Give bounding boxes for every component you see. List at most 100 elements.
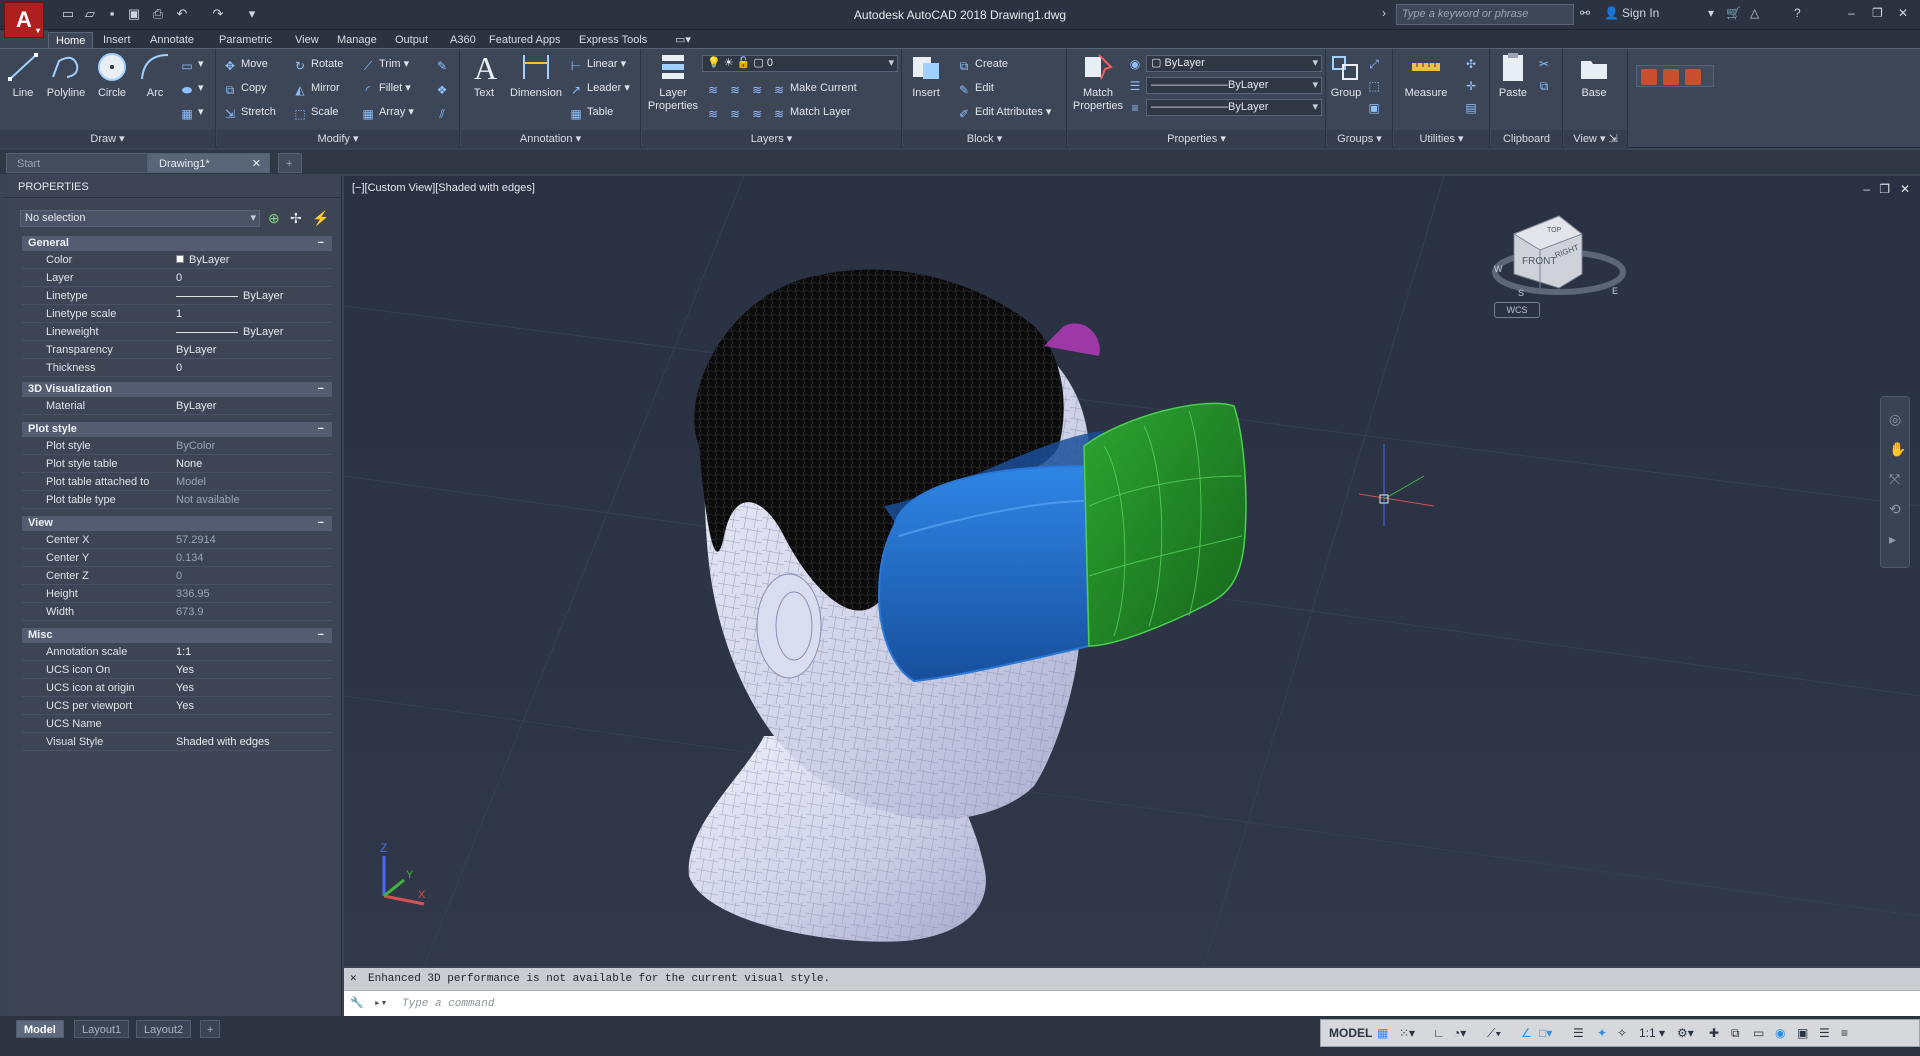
modify-panel-title[interactable]: Modify ▾ [217,130,459,148]
annotation-monitor-icon[interactable]: ✚ [1709,1024,1719,1042]
calculator-icon[interactable]: ▤ [1464,97,1482,115]
layer-dropdown[interactable]: 💡 ☀ 🔓 ▢ 0 [702,55,898,72]
customization-icon[interactable]: ≡ [1841,1024,1848,1042]
erase-icon[interactable]: ✎ [435,55,453,73]
expand-search-icon[interactable]: › [1382,6,1386,20]
tab-view[interactable]: View [288,32,326,48]
edit-block-button[interactable]: ✎ Edit [957,79,994,97]
table-button[interactable]: ▦ Table [569,103,613,121]
explode-icon[interactable]: ❖ [435,79,453,97]
selection-dropdown[interactable]: No selection [20,210,260,227]
sign-in-link[interactable]: Sign In [1622,6,1659,20]
layer-tool-icon[interactable]: ≋ [750,79,768,97]
open-icon[interactable]: ▱ [82,6,98,22]
tool-icon[interactable] [1663,69,1679,85]
insert-button[interactable]: Insert [907,51,945,100]
polyline-button[interactable]: Polyline [44,51,88,100]
layer-tool-icon[interactable]: ≋ [728,103,746,121]
annotation-panel-title[interactable]: Annotation ▾ [461,130,640,148]
hardware-acceleration-icon[interactable]: ▣ [1797,1024,1808,1042]
section-plot-style[interactable]: Plot style − [22,422,332,437]
plot-icon[interactable]: ⎙ [150,6,166,22]
undo-icon[interactable]: ↶ [174,6,190,22]
pan-icon[interactable]: ✋ [1889,441,1906,458]
exchange-icon[interactable]: △ [1750,6,1759,20]
customize-qat-icon[interactable]: ▾ [244,6,260,22]
rectangle-icon[interactable]: ▭ ▾ [180,55,203,73]
tab-a360[interactable]: A360 [443,32,483,48]
layer-tool-icon[interactable]: ≋ [706,79,724,97]
block-panel-title[interactable]: Block ▾ [903,130,1066,148]
boundary-icon[interactable]: ▦ ▾ [180,103,203,121]
isolate-objects-icon[interactable]: ◉ [1775,1024,1785,1042]
annotation-scale-dropdown-icon[interactable]: ▾ [1659,1024,1665,1042]
tab-featured-apps[interactable]: Featured Apps [482,32,568,48]
section-general[interactable]: General − [22,236,332,251]
circle-button[interactable]: Circle [94,51,130,100]
line-button[interactable]: Line [6,51,40,100]
linear-button[interactable]: ⊢ Linear ▾ [569,55,626,73]
linetype-dropdown[interactable]: ———————ByLayer [1146,77,1322,94]
tab-manage[interactable]: Manage [330,32,384,48]
lineweight-toggle-icon[interactable]: ☰ [1573,1024,1584,1042]
save-as-icon[interactable]: ▣ [126,6,142,22]
tab-annotate[interactable]: Annotate [143,32,201,48]
viewcube[interactable]: FRONT RIGHT TOP W S E [1492,215,1626,298]
group-button[interactable]: Group [1329,51,1363,100]
user-icon[interactable]: 👤 [1604,6,1619,20]
new-tab-button[interactable]: + [278,153,302,173]
draw-panel-title[interactable]: Draw ▾ [0,130,215,148]
cart-icon[interactable]: 🛒 [1726,6,1741,20]
layer-tool-icon[interactable]: ≋ [750,103,768,121]
workspace-icon[interactable]: ⚙▾ [1677,1024,1694,1042]
point-icon[interactable]: ✛ [1464,75,1482,93]
lineweight-dropdown[interactable]: ———————ByLayer [1146,99,1322,116]
application-menu-button[interactable]: A ▾ [4,2,44,38]
tab-insert[interactable]: Insert [96,32,138,48]
select-objects-icon[interactable]: ✢ [290,210,302,227]
redo-icon[interactable]: ↷ [210,6,226,22]
layer-tool-icon[interactable]: ≋ [728,79,746,97]
copy-button[interactable]: ⧉ Copy [223,79,267,97]
rotate-button[interactable]: ↻ Rotate [293,55,343,73]
file-tab-drawing1[interactable]: Drawing1* ✕ [148,153,270,173]
search-input[interactable]: Type a keyword or phrase [1396,4,1574,25]
model-viewport[interactable]: [−][Custom View][Shaded with edges] – ❐ … [344,176,1920,966]
quick-properties-icon[interactable]: ▭ [1753,1024,1764,1042]
help-icon[interactable]: ? [1794,6,1801,20]
toggle-pickadd-icon[interactable]: ⊕ [268,210,280,227]
tab-home[interactable]: Home [48,32,94,48]
snap-icon[interactable]: ⁙▾ [1399,1024,1415,1042]
hatch-icon[interactable]: ⬬ ▾ [180,79,204,97]
quick-select-icon[interactable]: ✣ [1464,53,1482,71]
layers-panel-title[interactable]: Layers ▾ [642,130,901,148]
steering-wheel-icon[interactable]: ◎ [1889,411,1901,428]
make-current-button[interactable]: ≋ Make Current [772,79,857,97]
section-view[interactable]: View − [22,516,332,531]
annotation-scale[interactable]: 1:1 [1639,1024,1656,1042]
layout-tab-model[interactable]: Model [16,1020,64,1038]
section-3d-visualization[interactable]: 3D Visualization − [22,382,332,397]
file-tab-start[interactable]: Start [6,153,148,173]
match-layer-button[interactable]: ≋ Match Layer [772,103,851,121]
add-layout-button[interactable]: + [200,1020,221,1038]
new-icon[interactable]: ▭ [60,6,76,22]
isodraft-icon[interactable]: ⟋▾ [1487,1024,1501,1042]
ungroup-icon[interactable]: ⤢ [1367,53,1385,71]
annotation-visibility-icon[interactable]: ✦ [1597,1024,1607,1042]
copy-clip-icon[interactable]: ⧉ [1537,75,1555,93]
zoom-icon[interactable]: ⤧ [1889,471,1900,488]
move-button[interactable]: ✥ Move [223,55,268,73]
edit-attributes-button[interactable]: ✐ Edit Attributes ▾ [957,103,1051,121]
osnap-tracking-icon[interactable]: ∠ [1521,1024,1532,1042]
arc-button[interactable]: Arc [138,51,172,100]
sign-in-dropdown-icon[interactable]: ▾ [1708,6,1714,20]
grid-icon[interactable]: ▦ [1377,1024,1388,1042]
scale-button[interactable]: ⬚ Scale [293,103,338,121]
base-button[interactable]: Base [1574,51,1614,100]
utilities-panel-title[interactable]: Utilities ▾ [1394,130,1489,148]
showmotion-icon[interactable]: ▸ [1889,531,1896,548]
text-button[interactable]: A Text [469,51,499,100]
customize-command-icon[interactable]: 🔧 [350,991,364,1017]
tab-express-tools[interactable]: Express Tools [572,32,654,48]
